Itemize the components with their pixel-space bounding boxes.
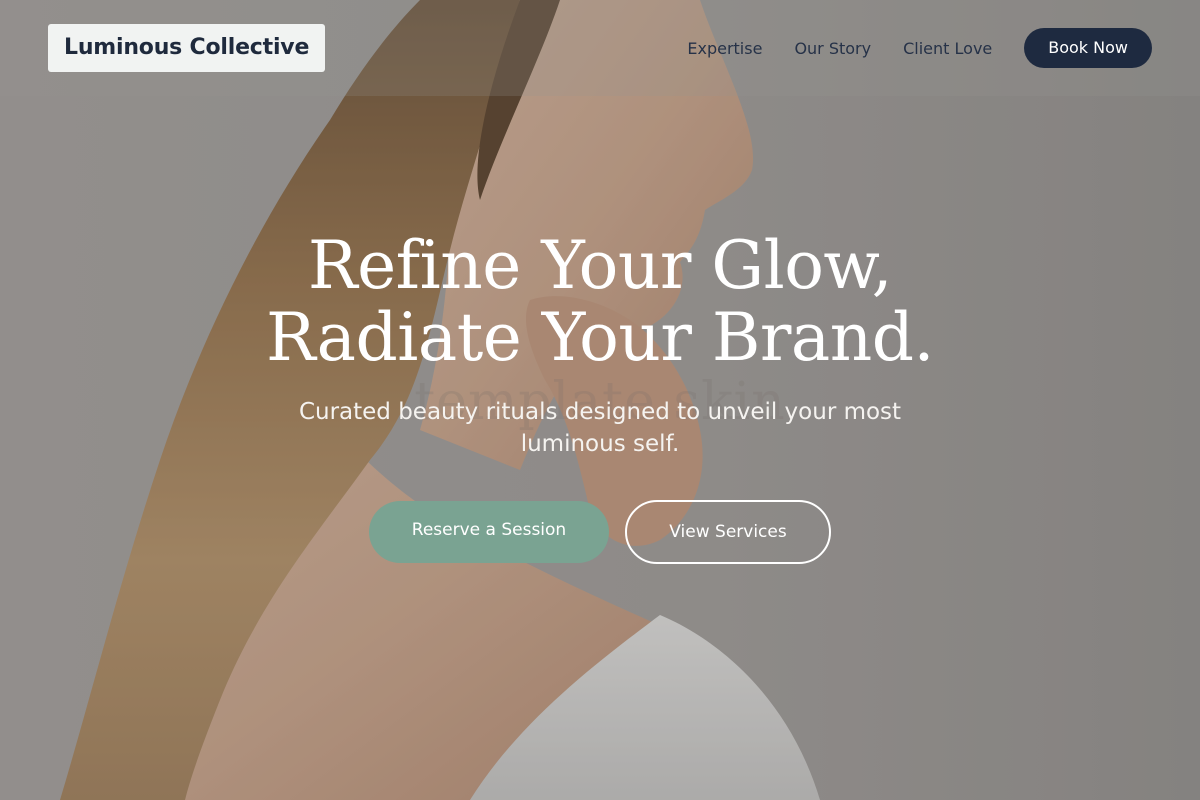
hero-subheadline: Curated beauty rituals designed to unvei…: [298, 399, 902, 457]
hero-cta-group: Reserve a Session View Services: [0, 500, 1200, 564]
nav-link-our-story[interactable]: Our Story: [794, 39, 871, 58]
brand-logo[interactable]: Luminous Collective: [48, 24, 326, 72]
reserve-session-button[interactable]: Reserve a Session: [369, 501, 609, 563]
main-nav: Expertise Our Story Client Love Book Now: [687, 28, 1152, 68]
nav-link-client-love[interactable]: Client Love: [903, 39, 992, 58]
hero-section: Refine Your Glow, Radiate Your Brand. Cu…: [0, 230, 1200, 564]
nav-link-expertise[interactable]: Expertise: [687, 39, 762, 58]
book-now-button[interactable]: Book Now: [1024, 28, 1152, 68]
hero-headline-line-1: Refine Your Glow,: [307, 227, 893, 304]
hero-headline: Refine Your Glow, Radiate Your Brand.: [0, 230, 1200, 374]
hero-headline-line-2: Radiate Your Brand.: [265, 299, 935, 376]
view-services-button[interactable]: View Services: [625, 500, 831, 564]
